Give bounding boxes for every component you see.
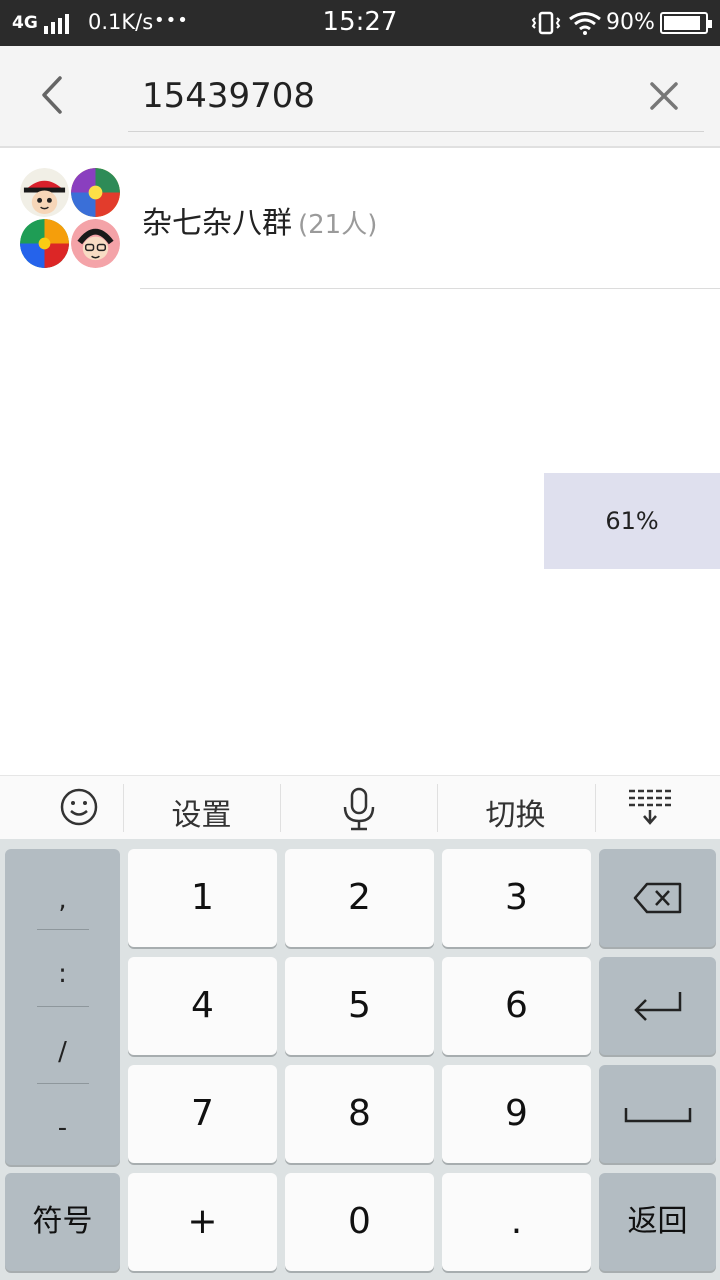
key-8[interactable]: 8: [285, 1065, 434, 1163]
vibrate-icon: [531, 11, 561, 35]
member-count: (21人): [298, 210, 378, 240]
symbol-key-dash[interactable]: -: [5, 1113, 120, 1143]
battery-percentage: 90%: [606, 10, 655, 35]
progress-indicator: 61%: [544, 473, 720, 569]
key-7[interactable]: 7: [128, 1065, 277, 1163]
progress-text: 61%: [605, 507, 659, 535]
key-0[interactable]: 0: [285, 1173, 434, 1271]
symbol-key-slash[interactable]: /: [5, 1037, 120, 1067]
close-icon[interactable]: [640, 72, 688, 120]
chevron-left-icon[interactable]: [30, 72, 76, 118]
symbol-key-colon[interactable]: :: [5, 959, 120, 989]
voice-input-button[interactable]: [280, 776, 437, 840]
search-query: 15439708: [142, 76, 316, 116]
avatar-colorful-burst: [20, 219, 69, 268]
space-icon: [624, 1108, 691, 1123]
symbol-key-comma[interactable]: ,: [5, 885, 120, 915]
group-name: 杂七杂八群 (21人): [142, 198, 377, 242]
enter-key[interactable]: [599, 957, 716, 1055]
key-3[interactable]: 3: [442, 849, 591, 947]
key-plus[interactable]: +: [128, 1173, 277, 1271]
settings-label: 设置: [171, 798, 232, 833]
symbol-column: , : / -: [5, 849, 120, 1165]
hide-keyboard-button[interactable]: [580, 776, 720, 840]
backspace-key[interactable]: [599, 849, 716, 947]
avatar-colorful-burst: [71, 168, 120, 217]
space-key[interactable]: [599, 1065, 716, 1163]
key-6[interactable]: 6: [442, 957, 591, 1055]
search-header: 15439708: [0, 46, 720, 148]
keyboard-hide-icon: [629, 789, 671, 825]
avatar-cartoon-headphones: [71, 219, 120, 268]
symbol-mode-key[interactable]: 符号: [5, 1173, 120, 1271]
keyboard-toolbar: 设置 切换: [0, 775, 720, 839]
key-5[interactable]: 5: [285, 957, 434, 1055]
key-dot[interactable]: .: [442, 1173, 591, 1271]
key-4[interactable]: 4: [128, 957, 277, 1055]
key-1[interactable]: 1: [128, 849, 277, 947]
switch-button[interactable]: 切换: [437, 776, 594, 840]
microphone-icon: [343, 787, 374, 831]
wifi-icon: [569, 12, 601, 35]
group-avatar: [20, 168, 120, 268]
divider: [140, 288, 720, 289]
return-key[interactable]: 返回: [599, 1173, 716, 1271]
switch-label: 切换: [485, 798, 546, 833]
key-2[interactable]: 2: [285, 849, 434, 947]
backspace-icon: [633, 882, 681, 914]
settings-button[interactable]: 设置: [123, 776, 280, 840]
avatar-cartoon-cap: [20, 168, 69, 217]
battery-icon: [660, 12, 712, 34]
search-input[interactable]: 15439708: [128, 58, 704, 132]
emoji-icon: [60, 788, 97, 826]
status-bar: 4G 0.1K/s ••• 15:27 90%: [0, 0, 720, 46]
key-9[interactable]: 9: [442, 1065, 591, 1163]
battery-fill: [664, 16, 700, 30]
group-name-text: 杂七杂八群: [142, 206, 292, 241]
numeric-keyboard: , : / - 1 2 3 4 5 6 7 8 9 符号 + 0 . 返回: [0, 839, 720, 1280]
enter-icon: [633, 992, 681, 1021]
group-result-item[interactable]: 杂七杂八群 (21人): [0, 148, 720, 290]
